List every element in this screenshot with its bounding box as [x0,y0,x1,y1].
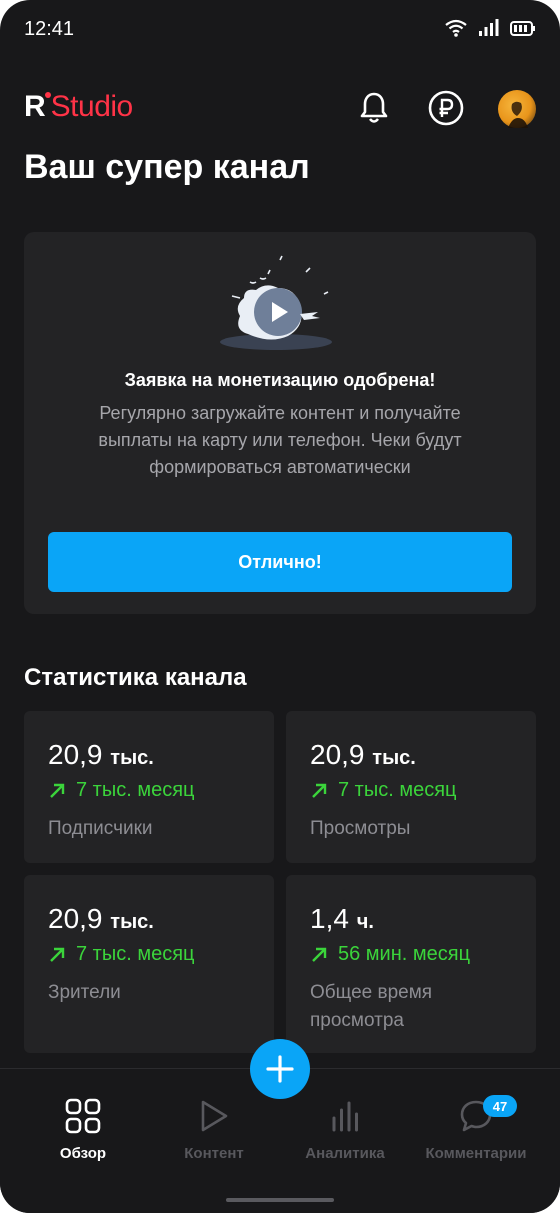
plus-icon [266,1055,294,1083]
nav-item-comments[interactable]: Комментарии 47 [411,1095,541,1177]
stats-section-title: Статистика канала [24,664,247,691]
arrow-up-right-icon [312,947,327,962]
stat-card-viewers[interactable]: 20,9 тыс. 7 тыс. месяц Зрители [24,875,274,1053]
stat-label: Зрители [48,982,121,1003]
stat-delta: 7 тыс. месяц [48,943,195,966]
avatar[interactable] [498,90,536,128]
status-time: 12:41 [24,18,75,40]
status-bar: 12:41 [0,0,560,60]
ruble-icon [428,90,464,126]
notifications-button[interactable] [354,88,394,128]
add-content-button[interactable] [250,1039,310,1099]
bell-icon [360,92,388,123]
stat-value: 20,9 тыс. [48,903,154,934]
home-indicator[interactable] [226,1198,334,1202]
monetization-card: Заявка на монетизацию одобрена! Регулярн… [24,232,536,614]
rstudio-logo[interactable]: R Studio [24,90,133,124]
nav-label: Комментарии [425,1145,527,1162]
nav-item-content[interactable]: Контент [149,1097,279,1177]
sleeping-play-mascot-illustration [220,255,332,350]
user-avatar-icon [508,101,528,128]
monetization-heading: Заявка на монетизацию одобрена! [124,370,436,390]
arrow-up-right-icon [312,783,327,798]
ok-button[interactable]: Отлично! [48,532,512,592]
nav-label: Контент [184,1145,244,1162]
signal-icon [479,19,499,36]
wifi-icon [445,19,467,37]
arrow-up-right-icon [50,947,65,962]
logo-text: Studio [50,90,134,123]
comments-count-badge: 47 [483,1095,517,1117]
page-title: Ваш супер канал [24,148,310,186]
stat-label: Просмотры [310,818,411,839]
nav-item-overview[interactable]: Обзор [18,1097,148,1177]
stat-delta: 56 мин. месяц [310,943,470,966]
stat-label: Общее время просмотра [310,982,433,1031]
stat-delta: 7 тыс. месяц [310,779,457,802]
stat-card-watch-time[interactable]: 1,4 ч. 56 мин. месяц Общее время просмот… [286,875,536,1053]
stat-value: 1,4 ч. [310,903,374,934]
stat-card-views[interactable]: 20,9 тыс. 7 тыс. месяц Просмотры [286,711,536,863]
stat-value: 20,9 тыс. [310,739,416,770]
monetization-description: Регулярно загружайте контент и получайте… [98,403,462,477]
stat-delta: 7 тыс. месяц [48,779,195,802]
phone-screen: 12:41 R Studio Ваш супер канал Заявка на… [0,0,560,1213]
grid-icon [65,1098,101,1134]
app-header: R Studio [0,80,560,140]
stat-label: Подписчики [48,818,153,839]
nav-label: Аналитика [305,1145,385,1162]
logo-letter: R [24,90,51,124]
arrow-up-right-icon [50,783,65,798]
nav-label: Обзор [59,1145,107,1162]
battery-icon [510,21,535,36]
bar-chart-icon [332,1101,358,1132]
play-icon [201,1100,228,1132]
monetization-button[interactable] [426,88,466,128]
nav-item-analytics[interactable]: Аналитика [280,1097,410,1177]
stat-value: 20,9 тыс. [48,739,154,770]
stat-card-subscribers[interactable]: 20,9 тыс. 7 тыс. месяц Подписчики [24,711,274,863]
status-icons [444,18,536,38]
